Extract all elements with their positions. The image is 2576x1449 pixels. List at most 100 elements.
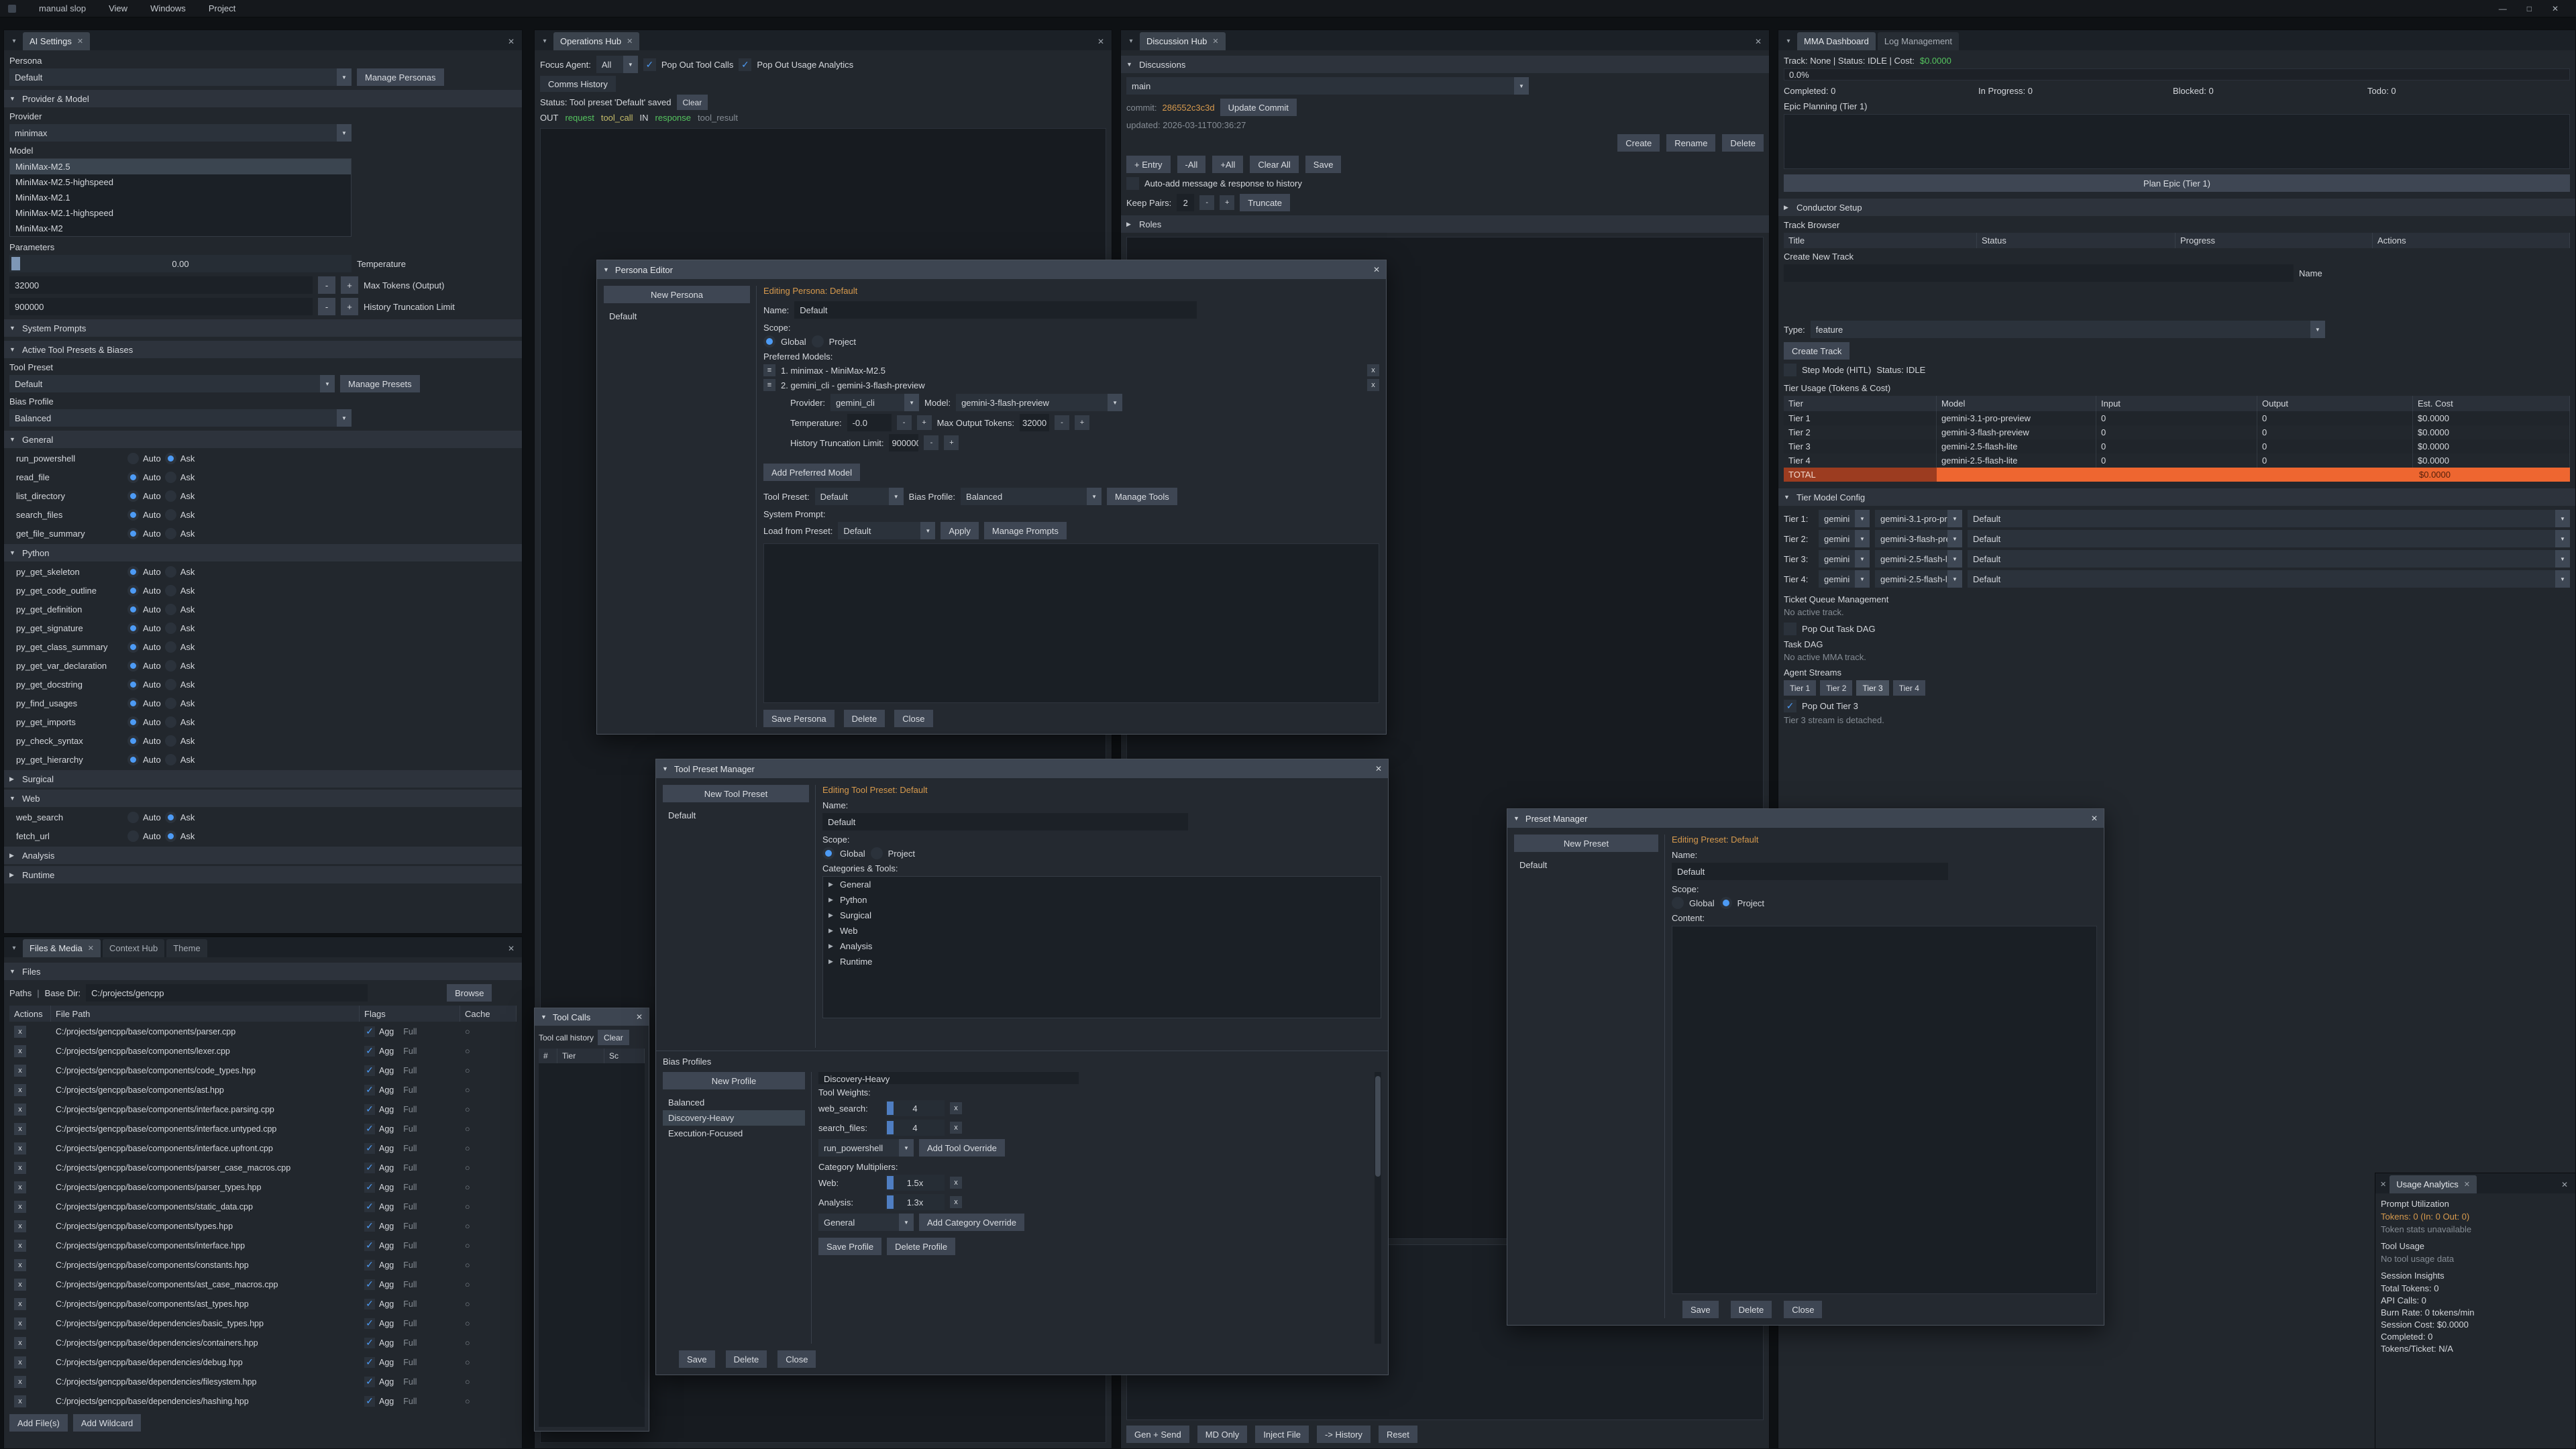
tab-ai-settings[interactable]: AI Settings ✕ (23, 32, 90, 50)
tool-preset-select[interactable]: Default ▼ (9, 375, 335, 392)
remove-file-button[interactable]: x (14, 1045, 26, 1057)
remove-file-button[interactable]: x (14, 1142, 26, 1155)
delete-persona-button[interactable]: Delete (844, 710, 885, 727)
increment-button[interactable]: + (917, 415, 932, 430)
tier-model-select[interactable]: gemini-2.5-flash-lite ▼ (1875, 550, 1962, 568)
clear-status-button[interactable]: Clear (677, 95, 708, 110)
agg-checkbox[interactable] (364, 1065, 375, 1076)
save-persona-button[interactable]: Save Persona (763, 710, 835, 727)
auto-radio[interactable] (127, 716, 139, 728)
browse-button[interactable]: Browse (447, 984, 492, 1002)
agg-checkbox[interactable] (364, 1260, 375, 1271)
category-item[interactable]: ▶ Web (823, 923, 1381, 938)
remove-file-button[interactable]: x (14, 1123, 26, 1135)
plan-epic-button[interactable]: Plan Epic (Tier 1) (1784, 174, 2570, 192)
auto-radio[interactable] (127, 623, 139, 634)
panel-close-icon[interactable]: ✕ (504, 37, 519, 46)
tier-provider-select[interactable]: gemini ▼ (1819, 530, 1870, 547)
remove-override-button[interactable]: x (950, 1196, 962, 1208)
track-type-select[interactable]: feature ▼ (1811, 321, 2325, 338)
remove-file-button[interactable]: x (14, 1376, 26, 1388)
tier-model-select[interactable]: gemini-3.1-pro-preview ▼ (1875, 510, 1962, 527)
agg-checkbox[interactable] (364, 1163, 375, 1173)
section-tier-model-config[interactable]: ▼ Tier Model Config (1778, 488, 2575, 506)
auto-radio[interactable] (127, 528, 139, 539)
ask-radio[interactable] (165, 509, 176, 521)
decrement-button[interactable]: - (924, 435, 938, 450)
full-flag[interactable]: Full (403, 1183, 417, 1192)
temperature-slider[interactable]: 0.00 (9, 255, 352, 272)
section-conductor-setup[interactable]: ▶ Conductor Setup (1778, 199, 2575, 216)
tier-provider-select[interactable]: gemini ▼ (1819, 550, 1870, 568)
full-flag[interactable]: Full (403, 1397, 417, 1406)
load-preset-select[interactable]: Default ▼ (838, 522, 935, 539)
pm-max-tokens-input[interactable]: 32000 (1020, 414, 1049, 431)
remove-file-button[interactable]: x (14, 1201, 26, 1213)
ask-radio[interactable] (165, 472, 176, 483)
multiplier-drag-input[interactable]: 1.5x (885, 1175, 945, 1191)
tab-close-icon[interactable]: ✕ (2464, 1180, 2470, 1189)
history-limit-input[interactable]: 900000 (9, 298, 313, 315)
auto-radio[interactable] (127, 754, 139, 765)
agg-checkbox[interactable] (364, 1124, 375, 1134)
decrement-button[interactable]: - (897, 415, 912, 430)
agg-checkbox[interactable] (364, 1182, 375, 1193)
close-icon[interactable]: ✕ (1373, 265, 1380, 274)
window-menu-icon[interactable]: ▾ (1782, 32, 1795, 50)
remove-override-button[interactable]: x (950, 1122, 962, 1134)
discussion-branch-select[interactable]: main ▼ (1126, 77, 1529, 95)
tab-log-management[interactable]: Log Management (1878, 32, 1959, 50)
agg-checkbox[interactable] (364, 1046, 375, 1057)
agg-checkbox[interactable] (364, 1299, 375, 1309)
increment-button[interactable]: + (1075, 415, 1089, 430)
discussion-action-button[interactable]: Create (1617, 134, 1660, 152)
full-flag[interactable]: Full (403, 1085, 417, 1095)
collapse-icon[interactable]: ▼ (603, 266, 609, 273)
maximize-icon[interactable]: □ (2527, 4, 2532, 13)
keep-pairs-input[interactable]: 2 (1177, 194, 1194, 211)
tool-preset-titlebar[interactable]: ▼ Tool Preset Manager ✕ (656, 759, 1388, 778)
save-tool-preset-button[interactable]: Save (679, 1350, 715, 1368)
remove-file-button[interactable]: x (14, 1240, 26, 1252)
remove-file-button[interactable]: x (14, 1162, 26, 1174)
bias-profile-item[interactable]: Execution-Focused (663, 1126, 805, 1141)
window-menu-icon[interactable]: ▾ (1124, 32, 1138, 50)
full-flag[interactable]: Full (403, 1163, 417, 1173)
update-commit-button[interactable]: Update Commit (1220, 99, 1297, 116)
auto-radio[interactable] (127, 453, 139, 464)
remove-file-button[interactable]: x (14, 1337, 26, 1349)
pm-history-input[interactable]: 900000 (889, 434, 918, 451)
delete-profile-button[interactable]: Delete Profile (887, 1238, 955, 1255)
full-flag[interactable]: Full (403, 1046, 417, 1056)
menu-item[interactable]: Project (209, 3, 235, 13)
auto-radio[interactable] (127, 641, 139, 653)
remove-file-button[interactable]: x (14, 1395, 26, 1407)
auto-radio[interactable] (127, 660, 139, 672)
delete-preset-button[interactable]: Delete (1731, 1301, 1772, 1318)
ask-radio[interactable] (165, 830, 176, 842)
category-item[interactable]: ▶ Surgical (823, 908, 1381, 923)
full-flag[interactable]: Full (403, 1202, 417, 1212)
tab-discussion-hub[interactable]: Discussion Hub ✕ (1140, 32, 1226, 50)
collapse-icon[interactable]: ▼ (662, 765, 668, 772)
scope-global-radio[interactable] (822, 847, 835, 859)
pm-model-select[interactable]: gemini-3-flash-preview ▼ (956, 394, 1122, 411)
remove-file-button[interactable]: x (14, 1259, 26, 1271)
remove-override-button[interactable]: x (950, 1177, 962, 1189)
agg-checkbox[interactable] (364, 1085, 375, 1095)
auto-radio[interactable] (127, 830, 139, 842)
auto-radio[interactable] (127, 735, 139, 747)
category-item[interactable]: ▶ General (823, 877, 1381, 892)
pe-bias-profile-select[interactable]: Balanced ▼ (961, 488, 1102, 505)
track-name-input[interactable] (1784, 264, 2294, 282)
full-flag[interactable]: Full (403, 1319, 417, 1328)
collapse-icon[interactable]: ▼ (1513, 815, 1519, 822)
close-dialog-button[interactable]: Close (1784, 1301, 1822, 1318)
auto-radio[interactable] (127, 604, 139, 615)
new-tool-preset-button[interactable]: New Tool Preset (663, 785, 809, 802)
tool-group-web[interactable]: ▼ Web (4, 790, 522, 807)
full-flag[interactable]: Full (403, 1241, 417, 1250)
auto-radio[interactable] (127, 566, 139, 578)
increment-button[interactable]: + (944, 435, 959, 450)
drag-grab[interactable] (887, 1176, 894, 1189)
